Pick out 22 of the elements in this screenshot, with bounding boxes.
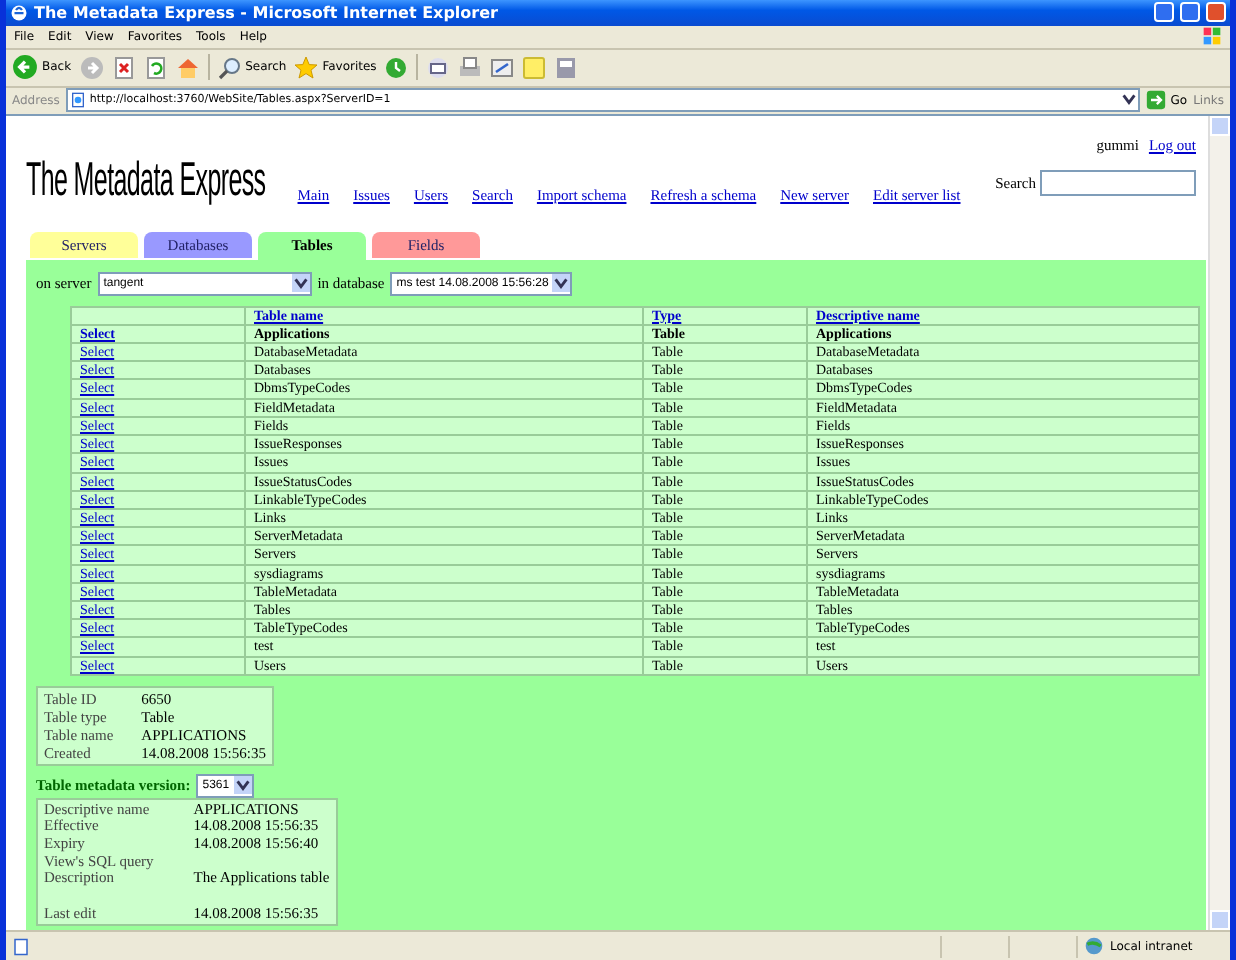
history-icon[interactable] bbox=[384, 55, 409, 80]
globe-icon bbox=[1084, 936, 1104, 957]
minimize-button[interactable] bbox=[1154, 2, 1174, 23]
search-field[interactable] bbox=[1040, 169, 1196, 196]
edit-icon[interactable] bbox=[490, 55, 515, 80]
site-logo: The Metadata Express bbox=[26, 152, 266, 206]
mail-icon[interactable] bbox=[426, 55, 451, 80]
browser-icon bbox=[10, 3, 28, 22]
search-icon bbox=[217, 55, 242, 80]
close-button[interactable] bbox=[1206, 2, 1226, 23]
scrollbar[interactable] bbox=[1208, 115, 1230, 931]
maximize-button[interactable] bbox=[1180, 2, 1200, 23]
messenger-icon[interactable] bbox=[554, 55, 579, 80]
home-icon[interactable] bbox=[175, 55, 200, 80]
print-icon[interactable] bbox=[458, 55, 483, 80]
stop-icon[interactable] bbox=[111, 55, 136, 80]
windows-flag-icon bbox=[1202, 26, 1222, 47]
star-icon bbox=[294, 55, 319, 80]
page-icon bbox=[69, 92, 86, 109]
refresh-icon[interactable] bbox=[143, 55, 168, 80]
page-icon bbox=[12, 937, 30, 956]
window-title: The Metadata Express - Microsoft Internet Explorer bbox=[34, 3, 500, 22]
